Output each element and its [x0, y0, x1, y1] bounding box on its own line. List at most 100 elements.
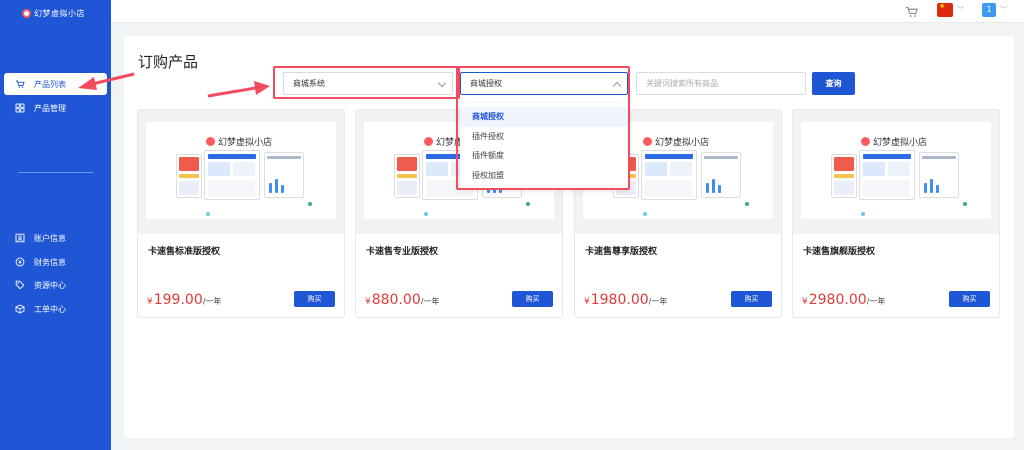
sidebar-item-product-list[interactable]: 产品列表: [4, 73, 107, 95]
price-period: /一年: [648, 297, 668, 306]
type-dropdown-menu: 商城授权 插件授权 插件额度 授权加盟: [460, 103, 628, 188]
buy-button[interactable]: 购买: [294, 291, 335, 307]
sidebar-item-label: 财务信息: [34, 257, 66, 267]
buy-button[interactable]: 购买: [949, 291, 990, 307]
money-icon: [15, 257, 25, 267]
dropdown-option[interactable]: 插件额度: [460, 146, 628, 166]
logo-icon: [861, 137, 870, 146]
logo-text: 幻梦虚拟小店: [34, 9, 85, 18]
mockup-desktop: [859, 150, 915, 200]
carousel-dot: [206, 212, 210, 216]
product-price: ¥199.00/一年: [147, 292, 221, 308]
mockup-phone: [394, 154, 420, 198]
user-card-icon: [15, 233, 25, 243]
thumbnail-logo-text: 幻梦虚拟小店: [655, 138, 710, 148]
logo-icon: [643, 137, 652, 146]
type-select[interactable]: 商城授权: [460, 72, 628, 95]
sidebar-item-finance[interactable]: 财务信息: [4, 251, 107, 273]
product-name: 卡速售标准版授权: [148, 247, 221, 257]
product-name: 卡速售旗舰版授权: [803, 247, 876, 257]
carousel-dot: [643, 212, 647, 216]
product-thumbnail: 幻梦虚拟小店: [138, 110, 344, 234]
sidebar-divider: [18, 172, 93, 173]
mockup-phone: [831, 154, 857, 198]
cart-icon[interactable]: [905, 4, 919, 18]
mockup-phone: [176, 154, 202, 198]
sidebar-item-label: 账户信息: [34, 233, 66, 243]
price-period: /一年: [420, 297, 440, 306]
buy-button[interactable]: 购买: [731, 291, 772, 307]
status-dot: [745, 202, 749, 206]
thumbnail-logo: 幻梦虚拟小店: [861, 135, 927, 148]
dropdown-option[interactable]: 插件授权: [460, 127, 628, 147]
price-period: /一年: [202, 297, 222, 306]
sidebar-item-resources[interactable]: 资源中心: [4, 274, 107, 296]
sidebar-item-tickets[interactable]: 工单中心: [4, 298, 107, 320]
chevron-down-icon: [437, 78, 447, 88]
category-select-value: 商城系统: [293, 79, 325, 88]
china-flag-icon[interactable]: [937, 2, 953, 17]
currency-symbol: ¥: [584, 297, 590, 307]
top-bar: ﹀ 1 ﹀: [111, 0, 1024, 23]
logo-icon: [206, 137, 215, 146]
price-value: 2980.00: [808, 292, 867, 308]
logo-icon: [424, 137, 433, 146]
sidebar-item-label: 资源中心: [34, 280, 66, 290]
product-card[interactable]: 幻梦虚拟小店 卡速售旗舰版授权 ¥2980.00/一年 购买: [792, 109, 1000, 318]
category-select[interactable]: 商城系统: [283, 72, 453, 95]
mockup-dashboard: [701, 152, 741, 198]
sidebar-item-product-manage[interactable]: 产品管理: [4, 97, 107, 119]
page-title: 订购产品: [138, 53, 199, 71]
thumbnail-logo-text: 幻梦虚拟小店: [873, 138, 928, 148]
product-price: ¥2980.00/一年: [802, 292, 885, 308]
chevron-up-icon: [612, 81, 622, 91]
dropdown-option[interactable]: 商城授权: [460, 107, 628, 127]
price-value: 1980.00: [590, 292, 649, 308]
currency-symbol: ¥: [365, 297, 371, 307]
product-price: ¥1980.00/一年: [584, 292, 667, 308]
search-input[interactable]: [636, 72, 806, 95]
currency-symbol: ¥: [147, 297, 153, 307]
price-period: /一年: [866, 297, 886, 306]
app-logo[interactable]: 幻梦虚拟小店: [22, 8, 85, 19]
thumbnail-logo: 幻梦虚拟小店: [206, 135, 272, 148]
tag-icon: [15, 280, 25, 290]
type-select-value: 商城授权: [470, 79, 502, 88]
query-button[interactable]: 查询: [812, 72, 855, 95]
product-image: 幻梦虚拟小店: [801, 122, 991, 219]
chevron-down-icon[interactable]: ﹀: [1000, 6, 1008, 14]
product-card[interactable]: 幻梦虚拟小店 卡速售标准版授权 ¥199.00/一年 购买: [137, 109, 345, 318]
price-value: 880.00: [371, 292, 421, 308]
price-value: 199.00: [153, 292, 203, 308]
product-thumbnail: 幻梦虚拟小店: [793, 110, 999, 234]
avatar[interactable]: 1: [982, 3, 996, 17]
mockup-dashboard: [919, 152, 959, 198]
logo-icon: [22, 9, 31, 18]
dropdown-option[interactable]: 授权加盟: [460, 166, 628, 186]
mockup-dashboard: [264, 152, 304, 198]
sidebar-item-account[interactable]: 账户信息: [4, 227, 107, 249]
buy-button[interactable]: 购买: [512, 291, 553, 307]
sidebar-item-label: 产品管理: [34, 103, 66, 113]
grid-icon: [15, 103, 25, 113]
thumbnail-logo-text: 幻梦虚拟小店: [218, 138, 273, 148]
carousel-dot: [424, 212, 428, 216]
currency-symbol: ¥: [802, 297, 808, 307]
status-dot: [963, 202, 967, 206]
status-dot: [308, 202, 312, 206]
sidebar: 幻梦虚拟小店 产品列表 产品管理 账户信息 财务信息 资源中心 工单中心: [0, 0, 111, 450]
mockup-desktop: [641, 150, 697, 200]
cart-icon: [15, 79, 25, 89]
product-price: ¥880.00/一年: [365, 292, 439, 308]
mockup-desktop: [204, 150, 260, 200]
sidebar-item-label: 产品列表: [34, 79, 66, 89]
box-icon: [15, 304, 25, 314]
chevron-down-icon[interactable]: ﹀: [957, 6, 965, 14]
carousel-dot: [861, 212, 865, 216]
thumbnail-logo: 幻梦虚拟小店: [643, 135, 709, 148]
product-name: 卡速售专业版授权: [366, 247, 439, 257]
sidebar-item-label: 工单中心: [34, 304, 66, 314]
status-dot: [526, 202, 530, 206]
product-image: 幻梦虚拟小店: [146, 122, 336, 219]
product-name: 卡速售尊享版授权: [585, 247, 658, 257]
